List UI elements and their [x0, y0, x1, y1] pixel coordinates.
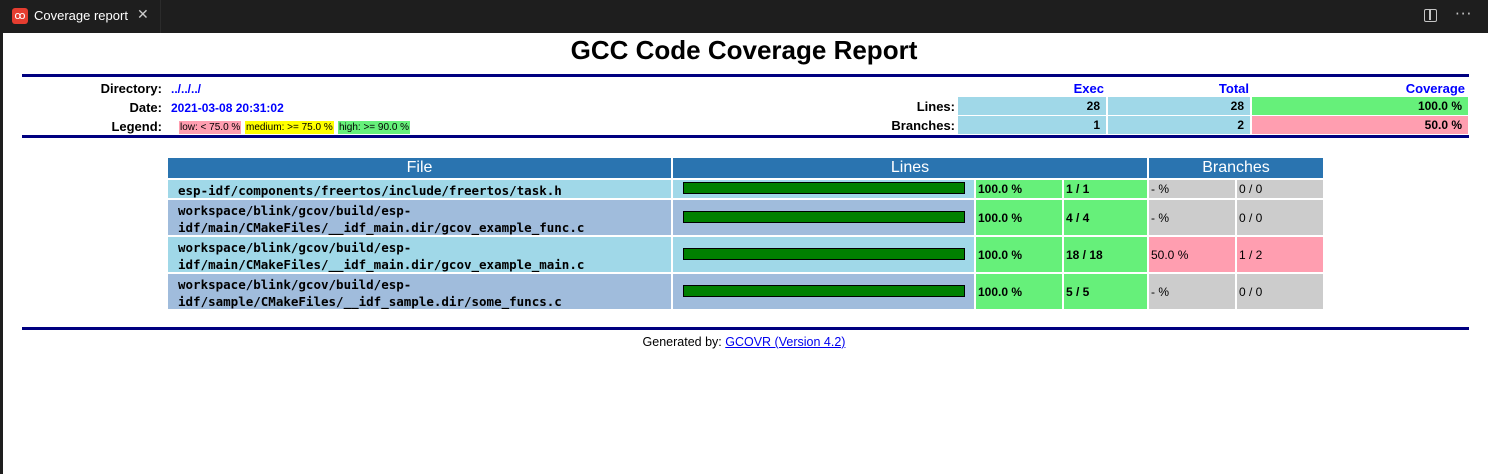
line-count: 18 / 18	[1064, 237, 1147, 272]
file-link[interactable]: workspace/blink/gcov/build/esp- idf/main…	[168, 200, 671, 235]
summary-header-total: Total	[1218, 81, 1249, 96]
legend-low: low: < 75.0 %	[179, 121, 242, 134]
line-count: 1 / 1	[1064, 180, 1147, 198]
espressif-logo-icon: ꝏ	[12, 8, 28, 24]
legend-label: Legend:	[111, 119, 162, 134]
branch-count: 0 / 0	[1237, 274, 1323, 309]
line-percent: 100.0 %	[976, 237, 1062, 272]
tab-coverage-report[interactable]: ꝏ Coverage report ✕	[0, 0, 161, 33]
line-coverage-bar-fill	[684, 183, 964, 193]
line-percent: 100.0 %	[976, 180, 1062, 198]
gcovr-link[interactable]: GCOVR (Version 4.2)	[725, 335, 845, 349]
header-bottom-rule	[22, 135, 1469, 138]
line-coverage-bar-fill	[684, 249, 964, 259]
file-link[interactable]: esp-idf/components/freertos/include/free…	[168, 180, 671, 198]
file-link[interactable]: workspace/blink/gcov/build/esp- idf/main…	[168, 237, 671, 272]
editor-tab-bar: ꝏ Coverage report ✕ ···	[0, 0, 1488, 33]
summary-lines-exec: 28	[958, 97, 1106, 115]
summary-header-exec: Exec	[1073, 81, 1104, 96]
branch-percent: - %	[1149, 180, 1235, 198]
summary-branches-label: Branches:	[891, 118, 955, 133]
line-coverage-bar-cell	[673, 180, 974, 198]
line-percent: 100.0 %	[976, 274, 1062, 309]
summary-branches-coverage: 50.0 %	[1252, 116, 1468, 134]
branch-percent: - %	[1149, 274, 1235, 309]
branch-count: 0 / 0	[1237, 200, 1323, 235]
line-coverage-bar	[683, 182, 965, 194]
branch-count: 0 / 0	[1237, 180, 1323, 198]
line-percent: 100.0 %	[976, 200, 1062, 235]
summary-lines-total: 28	[1108, 97, 1250, 115]
table-header-lines: Lines	[673, 158, 1147, 178]
more-actions-icon[interactable]: ···	[1455, 5, 1472, 23]
tab-label: Coverage report	[34, 8, 128, 23]
summary-branches-exec: 1	[958, 116, 1106, 134]
table-header-file: File	[168, 158, 671, 178]
legend-medium: medium: >= 75.0 %	[245, 121, 334, 134]
line-coverage-bar	[683, 211, 965, 223]
line-count: 4 / 4	[1064, 200, 1147, 235]
line-coverage-bar-cell	[673, 237, 974, 272]
footer-rule	[22, 327, 1469, 330]
page-title: GCC Code Coverage Report	[570, 35, 918, 65]
line-coverage-bar-fill	[684, 212, 964, 222]
line-coverage-bar-fill	[684, 286, 964, 296]
summary-header-coverage: Coverage	[1405, 81, 1465, 96]
window-edge	[0, 33, 3, 474]
line-coverage-bar-cell	[673, 200, 974, 235]
branch-percent: - %	[1149, 200, 1235, 235]
legend-high: high: >= 90.0 %	[338, 121, 411, 134]
footer: Generated by: GCOVR (Version 4.2)	[0, 334, 1488, 350]
split-editor-icon[interactable]	[1424, 9, 1437, 22]
file-link[interactable]: workspace/blink/gcov/build/esp- idf/samp…	[168, 274, 671, 309]
close-icon[interactable]: ✕	[137, 7, 149, 23]
table-header-branches: Branches	[1149, 158, 1323, 178]
directory-value: ../../../	[171, 82, 202, 96]
branch-percent: 50.0 %	[1149, 237, 1235, 272]
top-rule	[22, 74, 1469, 77]
footer-prefix: Generated by:	[642, 335, 726, 349]
line-coverage-bar-cell	[673, 274, 974, 309]
date-value: 2021-03-08 20:31:02	[171, 101, 284, 115]
branch-count: 1 / 2	[1237, 237, 1323, 272]
date-label: Date:	[129, 100, 162, 115]
line-coverage-bar	[683, 248, 965, 260]
summary-lines-label: Lines:	[916, 99, 955, 114]
summary-lines-coverage: 100.0 %	[1252, 97, 1468, 115]
directory-label: Directory:	[100, 81, 162, 96]
summary-branches-total: 2	[1108, 116, 1250, 134]
line-count: 5 / 5	[1064, 274, 1147, 309]
line-coverage-bar	[683, 285, 965, 297]
